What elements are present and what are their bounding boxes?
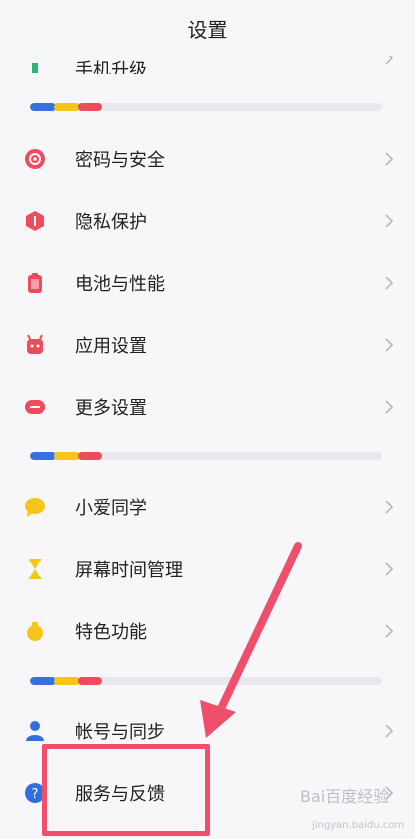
settings-item-password-security[interactable]: 密码与安全	[0, 128, 415, 190]
settings-item-label: 隐私保护	[75, 212, 147, 233]
chevron-right-icon	[385, 276, 394, 290]
chevron-right-icon	[385, 338, 394, 352]
more-settings-icon	[24, 396, 46, 418]
settings-item-label: 电池与性能	[75, 274, 165, 295]
settings-item-account-sync[interactable]: 帐号与同步	[0, 700, 415, 762]
settings-item-label: 小爱同学	[75, 498, 147, 519]
chevron-right-icon	[385, 214, 394, 228]
upgrade-icon	[29, 58, 41, 74]
page-title: 设置	[187, 17, 228, 42]
settings-item-label: 密码与安全	[75, 150, 165, 171]
settings-item-label: 服务与反馈	[75, 784, 165, 805]
chevron-right-icon	[385, 724, 394, 738]
header: 设置	[0, 0, 415, 56]
android-app-icon	[24, 334, 46, 356]
settings-item-apps[interactable]: 应用设置	[0, 314, 415, 376]
settings-item-label: 手机升级	[75, 60, 147, 74]
settings-item-special-features[interactable]: 特色功能	[0, 600, 415, 662]
settings-item-more[interactable]: 更多设置	[0, 376, 415, 438]
settings-item-xiaoai[interactable]: 小爱同学	[0, 476, 415, 538]
privacy-shield-icon	[24, 210, 46, 232]
settings-item-label: 帐号与同步	[75, 722, 165, 743]
battery-icon	[24, 272, 46, 294]
watermark-url: jingyan.baidu.com	[312, 820, 405, 831]
chevron-right-icon	[385, 500, 394, 514]
chevron-right-icon	[385, 152, 394, 166]
hourglass-icon	[24, 558, 46, 580]
settings-item-screen-time[interactable]: 屏幕时间管理	[0, 538, 415, 600]
settings-item-label: 特色功能	[75, 622, 147, 643]
settings-item-battery[interactable]: 电池与性能	[0, 252, 415, 314]
settings-item-privacy[interactable]: 隐私保护	[0, 190, 415, 252]
chevron-right-icon	[385, 562, 394, 576]
watermark-logo: Bai百度经验	[300, 787, 390, 806]
section-divider	[30, 103, 382, 111]
help-question-icon: ?	[24, 782, 46, 804]
settings-item-label: 更多设置	[75, 398, 147, 419]
chevron-right-icon	[385, 624, 394, 638]
password-security-icon	[24, 148, 46, 170]
section-divider	[30, 677, 382, 685]
svg-text:?: ?	[32, 787, 39, 802]
settings-item-label: 应用设置	[75, 336, 147, 357]
section-divider	[30, 452, 382, 460]
chevron-right-icon	[385, 400, 394, 414]
xiaoai-assistant-icon	[24, 496, 46, 518]
special-features-icon	[24, 620, 46, 642]
account-person-icon	[24, 720, 46, 742]
settings-item-label: 屏幕时间管理	[75, 560, 183, 581]
